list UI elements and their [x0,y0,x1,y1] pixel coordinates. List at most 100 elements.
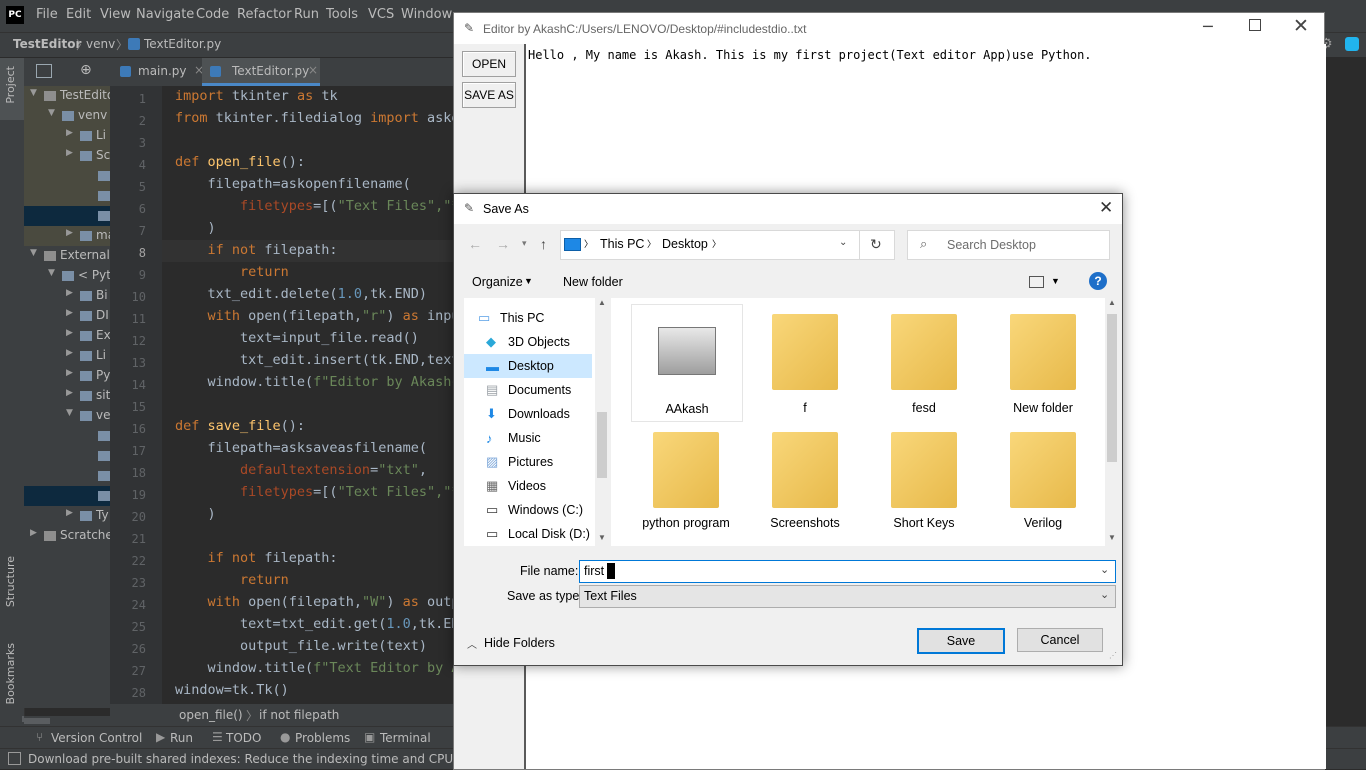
file-item[interactable]: Verilog [988,422,1098,538]
close-icon[interactable]: ✕ [1099,198,1113,218]
forward-arrow-icon[interactable]: → [496,236,510,252]
save-type-select[interactable]: Text Files ⌄ [579,585,1116,608]
close-icon[interactable]: ✕ [1293,15,1309,37]
cancel-button[interactable]: Cancel [1017,628,1103,652]
menu-navigate[interactable]: Navigate [136,7,194,22]
tree-item[interactable]: Te [24,206,110,226]
file-item[interactable]: fesd [869,304,979,420]
path-desktop[interactable]: Desktop [662,237,708,251]
maximize-icon[interactable] [1249,19,1261,31]
menu-code[interactable]: Code [196,7,229,22]
scroll-thumb[interactable] [597,412,607,478]
recent-chevron-icon[interactable]: ▾ [522,238,527,249]
help-icon[interactable]: ? [1089,272,1107,290]
chevron-icon[interactable]: ▶ [66,348,73,358]
close-icon[interactable]: × [308,63,318,77]
view-options-icon[interactable] [1029,276,1044,288]
chevron-up-icon[interactable]: ︿ [467,636,477,651]
code-breadcrumb-function[interactable]: open_file() [179,708,243,722]
nav-item-desktop[interactable]: ▬ Desktop [464,354,592,378]
tree-item[interactable]: ▶ Bi [24,286,110,306]
status-toggle-icon[interactable] [8,752,21,765]
tree-item[interactable]: ▶ Sc [24,146,110,166]
nav-item-3d-objects[interactable]: ◆ 3D Objects [464,330,594,354]
problems-tab[interactable]: Problems [295,731,350,745]
nav-item-videos[interactable]: ▦ Videos [464,474,594,498]
chevron-icon[interactable]: ▼ [30,88,37,98]
menu-vcs[interactable]: VCS [368,7,394,22]
tree-item[interactable] [24,446,110,466]
search-box[interactable]: ⌕ Search Desktop [907,230,1110,260]
run-tab[interactable]: Run [170,731,193,745]
tree-item[interactable]: ▶ Ex [24,326,110,346]
chevron-icon[interactable]: ▶ [30,528,37,538]
file-item[interactable]: Short Keys [869,422,979,538]
menu-run[interactable]: Run [294,7,319,22]
tree-item[interactable]: ▼ venv [24,106,110,126]
breadcrumb-file[interactable]: TextEditor.py [144,37,221,51]
menu-refactor[interactable]: Refactor [237,7,292,22]
nav-item-windows-c[interactable]: ▭ Windows (C:) [464,498,594,522]
scroll-down-icon[interactable]: ▼ [598,533,606,542]
refresh-button[interactable]: ↻ [859,230,895,260]
version-control-tab[interactable]: Version Control [51,731,142,745]
tree-item[interactable] [24,486,110,506]
tree-item[interactable]: ▶ DI [24,306,110,326]
chevron-icon[interactable]: ▶ [66,148,73,158]
chevron-icon[interactable]: ▼ [30,248,37,258]
tree-item[interactable]: ▶ Ty [24,506,110,526]
chevron-icon[interactable]: ▶ [66,508,73,518]
menu-window[interactable]: Window [401,7,452,22]
tab-main-py[interactable]: main.py × [118,58,206,86]
chevron-down-icon[interactable]: ⌄ [839,237,847,248]
back-arrow-icon[interactable]: ← [468,236,482,252]
todo-tab[interactable]: TODO [226,731,261,745]
chevron-down-icon[interactable]: ⌄ [1100,563,1109,576]
nav-item-this-pc[interactable]: ▭ This PC [464,306,594,330]
tab-texteditor-py[interactable]: TextEditor.py × [202,58,320,86]
hide-folders-button[interactable]: Hide Folders [484,636,555,650]
chevron-icon[interactable]: ▶ [66,388,73,398]
chevron-icon[interactable]: ▼ [48,108,55,118]
file-name-input[interactable]: first ⌄ [579,560,1116,583]
tree-item[interactable]: ▶ Scratche [24,526,110,546]
open-button[interactable]: OPEN [462,51,516,77]
tree-hscrollbar[interactable] [24,716,110,726]
chevron-icon[interactable]: ▶ [66,128,73,138]
terminal-tab[interactable]: Terminal [380,731,431,745]
new-folder-button[interactable]: New folder [563,275,623,289]
file-item[interactable]: AAkash [631,304,743,422]
chevron-icon[interactable]: ▶ [66,288,73,298]
tree-item[interactable]: ▶ Py [24,366,110,386]
save-button[interactable]: Save [917,628,1005,654]
nav-item-music[interactable]: ♪ Music [464,426,594,450]
scroll-down-icon[interactable]: ▼ [1108,533,1116,542]
chevron-icon[interactable]: ▶ [66,308,73,318]
organize-button[interactable]: Organize [472,275,523,289]
chevron-icon[interactable]: ▼ [48,268,55,278]
code-breadcrumb-if[interactable]: if not filepath [259,708,339,722]
bookmarks-tool-label[interactable]: Bookmarks [4,643,17,704]
nav-scrollbar[interactable]: ▲ ▼ [595,298,609,546]
resize-grip-icon[interactable]: ⋰ [1109,651,1117,660]
address-bar[interactable]: 〉 This PC 〉 Desktop 〉 ⌄ [560,230,861,260]
save-as-button[interactable]: SAVE AS [462,82,516,108]
menu-tools[interactable]: Tools [326,7,358,22]
chevron-icon[interactable]: ▶ [66,328,73,338]
file-item[interactable]: New folder [988,304,1098,420]
file-scrollbar[interactable]: ▲ ▼ [1105,298,1119,546]
menu-file[interactable]: File [36,7,58,22]
nav-item-local-disk-d[interactable]: ▭ Local Disk (D:) [464,522,594,546]
tree-item[interactable]: ▶ Li [24,346,110,366]
tree-item[interactable]: ▶ main [24,226,110,246]
tree-item[interactable]: ▶ sit [24,386,110,406]
status-message[interactable]: Download pre-built shared indexes: Reduc… [28,752,512,766]
file-item[interactable]: python program [631,422,741,538]
scroll-thumb[interactable] [1107,314,1117,462]
chevron-icon[interactable]: ▶ [66,228,73,238]
menu-edit[interactable]: Edit [66,7,91,22]
tree-item[interactable]: py [24,186,110,206]
tree-item[interactable]: ▼ TestEditor [24,86,110,106]
nav-item-downloads[interactable]: ⬇ Downloads [464,402,594,426]
file-item[interactable]: f [750,304,860,420]
